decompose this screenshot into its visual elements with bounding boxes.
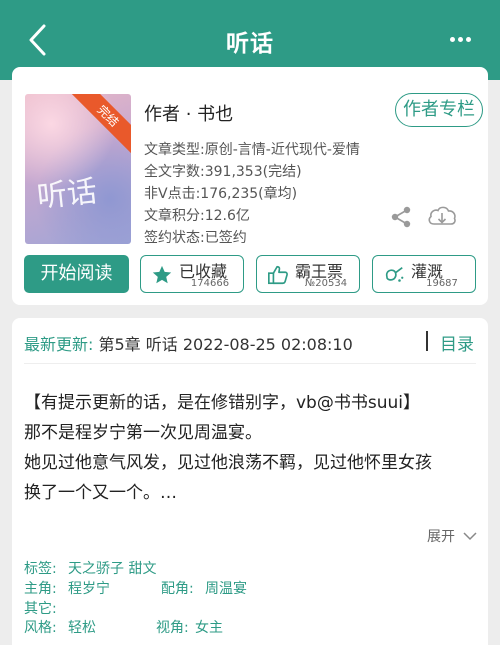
style-value: 轻松 xyxy=(68,620,96,636)
download-cloud-icon[interactable] xyxy=(426,202,458,230)
meta-type: 文章类型:原创-言情-近代现代-爱情 xyxy=(144,142,360,158)
pov-value: 女主 xyxy=(195,620,223,636)
latest-update[interactable]: 最新更新: 第5章 听话 2022-08-25 02:08:10 xyxy=(24,331,353,355)
share-icon[interactable] xyxy=(389,205,413,229)
synopsis-line: 换了一个又一个。… xyxy=(24,483,177,503)
divider xyxy=(24,363,476,364)
book-detail-card: 最新更新: 第5章 听话 2022-08-25 02:08:10 目录 【有提示… xyxy=(12,318,488,645)
divider-bar xyxy=(426,331,428,351)
synopsis: 【有提示更新的话，是在修错别字，vb@书书suui】 那不是程岁宁第一次见周温宴… xyxy=(24,388,478,508)
start-reading-button[interactable]: 开始阅读 xyxy=(24,255,129,293)
meta-contract: 签约状态:已签约 xyxy=(144,230,247,246)
irrigate-count: 19687 xyxy=(426,278,458,289)
expand-link[interactable]: 展开 xyxy=(427,526,455,546)
style-label: 风格: xyxy=(24,620,57,636)
star-icon xyxy=(152,265,172,284)
thumbs-up-icon xyxy=(268,265,288,285)
directory-link[interactable]: 目录 xyxy=(440,330,474,355)
other-label: 其它: xyxy=(24,601,57,617)
latest-chapter: 第5章 听话 2022-08-25 02:08:10 xyxy=(98,335,353,354)
synopsis-line: 那不是程岁宁第一次见周温宴。 xyxy=(24,423,262,443)
irrigate-button[interactable]: 灌溉 19687 xyxy=(372,255,476,293)
watering-can-icon xyxy=(385,267,404,282)
latest-update-label: 最新更新: xyxy=(24,335,94,354)
completed-ribbon: 完结 xyxy=(69,94,131,155)
synopsis-line: 她见过他意气风发，见过他浪荡不羁，见过他怀里女孩 xyxy=(24,453,432,473)
tags-value[interactable]: 天之骄子 甜文 xyxy=(68,558,156,578)
synopsis-line: 【有提示更新的话，是在修错别字，vb@书书suui】 xyxy=(24,393,420,413)
book-info-card: 听话 完结 作者 · 书也 作者专栏 文章类型:原创-言情-近代现代-爱情 全文… xyxy=(12,67,488,305)
support-label: 配角: xyxy=(161,581,194,597)
collect-count: 174666 xyxy=(190,278,230,289)
meta-score: 文章积分:12.6亿 xyxy=(144,208,250,224)
overlord-ticket-button[interactable]: 霸王票 №20534 xyxy=(256,255,360,293)
lead-value: 程岁宁 xyxy=(68,581,110,597)
cover-title: 听话 xyxy=(35,173,99,216)
chevron-down-icon[interactable] xyxy=(463,531,477,541)
author-name[interactable]: 作者 · 书也 xyxy=(144,100,233,126)
meta-clicks: 非Ⅴ点击:176,235(章均) xyxy=(144,186,298,202)
lead-label: 主角: xyxy=(24,581,57,597)
tags-label: 标签: xyxy=(24,561,57,577)
book-cover[interactable]: 听话 完结 xyxy=(25,94,131,244)
pov-label: 视角: xyxy=(156,620,189,636)
more-icon[interactable] xyxy=(450,37,472,43)
author-column-button[interactable]: 作者专栏 xyxy=(395,93,483,127)
collect-button[interactable]: 已收藏 174666 xyxy=(140,255,244,293)
support-value: 周温宴 xyxy=(205,581,247,597)
page-title: 听话 xyxy=(226,31,274,57)
meta-word-count: 全文字数:391,353(完结) xyxy=(144,164,302,180)
overlord-ticket-count: №20534 xyxy=(304,278,348,289)
